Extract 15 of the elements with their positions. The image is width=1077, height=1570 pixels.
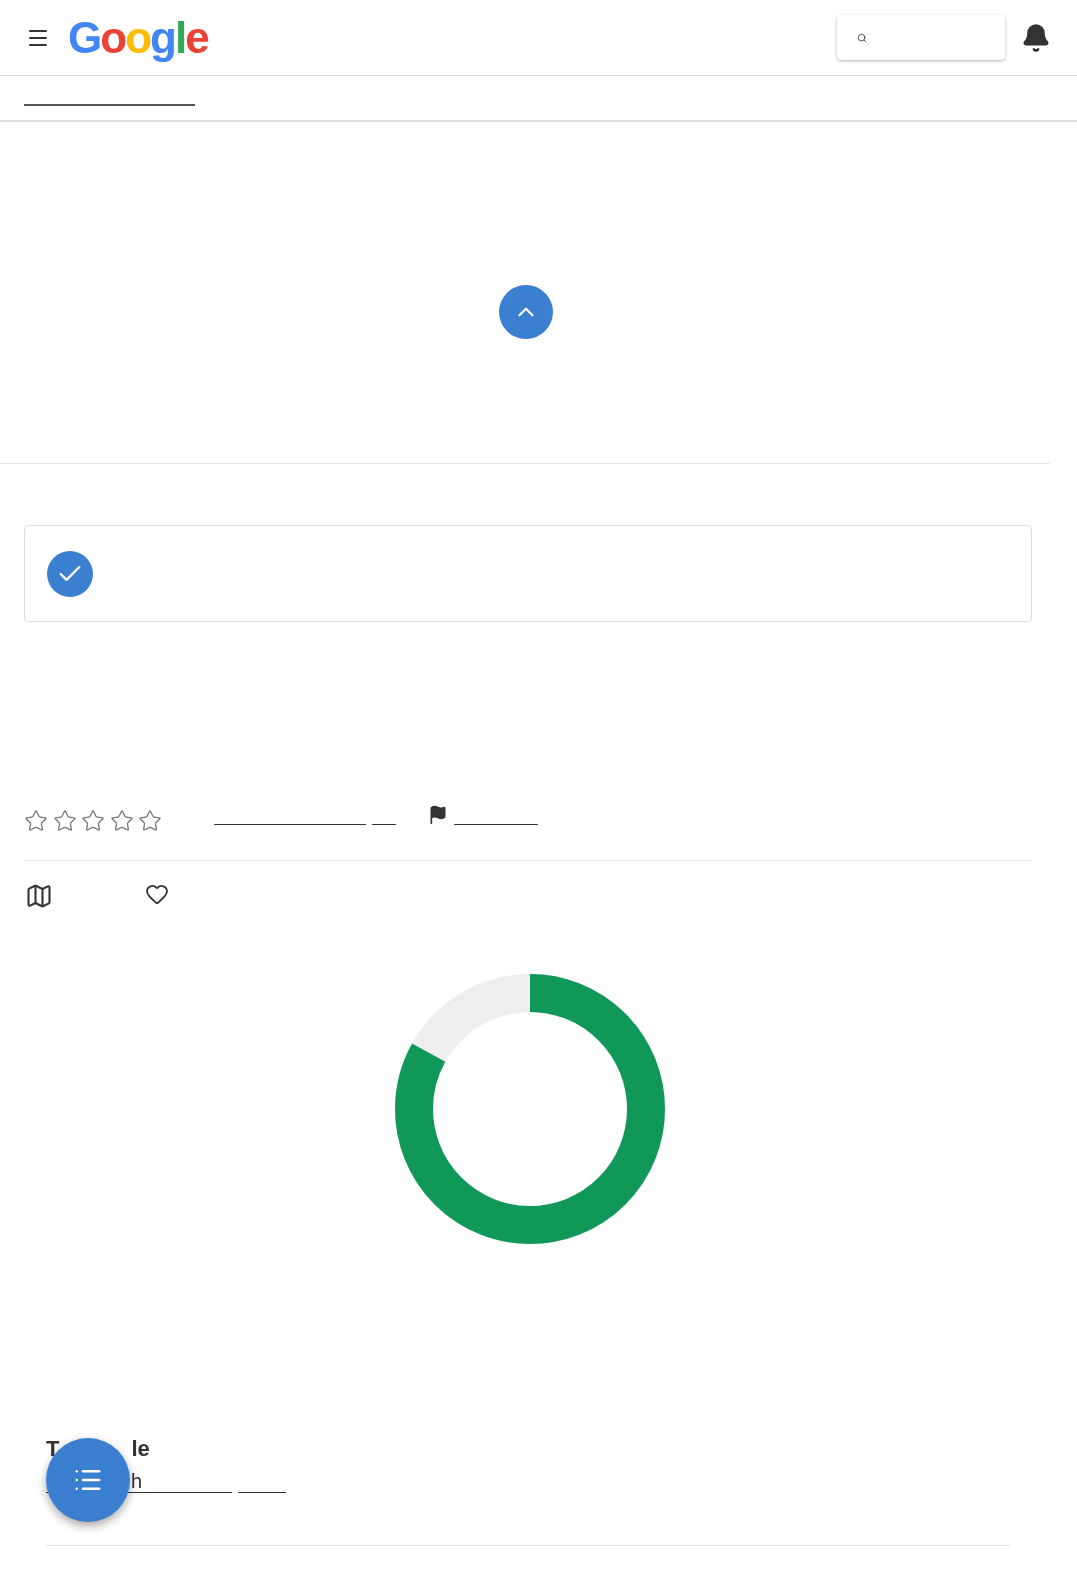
section-heading: T: [46, 1435, 60, 1463]
star-icon[interactable]: [81, 809, 105, 833]
map-icon[interactable]: [25, 882, 53, 910]
star-icon[interactable]: [24, 809, 48, 833]
star-icon[interactable]: [138, 809, 162, 833]
link-text[interactable]: h: [130, 1470, 232, 1492]
star-icon[interactable]: [109, 809, 134, 833]
notification-icon[interactable]: [1021, 22, 1051, 53]
section-heading: le: [131, 1435, 150, 1463]
star-icon[interactable]: [52, 809, 77, 833]
search-icon: [857, 31, 867, 44]
logo: Google: [68, 15, 208, 60]
list-fab[interactable]: [46, 1438, 130, 1522]
flag-icon: [428, 805, 448, 825]
heart-icon[interactable]: [145, 882, 169, 906]
